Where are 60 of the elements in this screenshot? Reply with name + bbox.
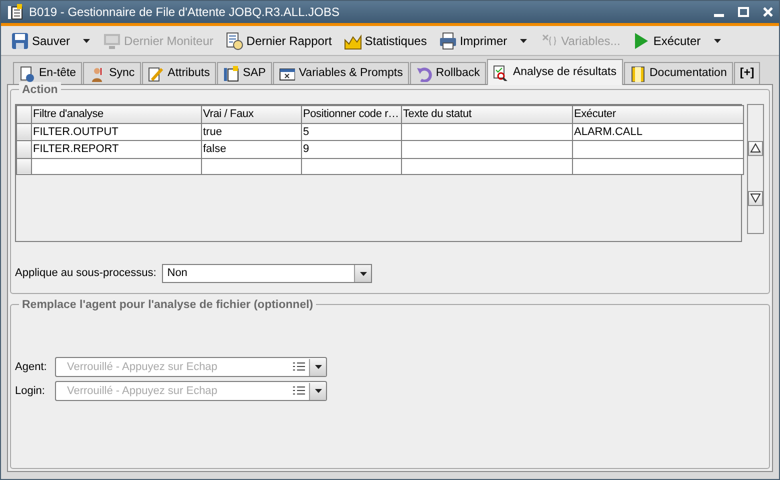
minimize-icon <box>714 14 724 17</box>
tab[interactable]: SAP <box>216 62 272 84</box>
field-label: Applique au sous-processus: <box>15 266 156 282</box>
document-icon <box>7 4 23 20</box>
column-header[interactable]: Vrai / Faux <box>202 106 302 123</box>
monitor-icon <box>103 32 122 50</box>
tab[interactable]: En-tête <box>13 62 82 84</box>
window-icon <box>278 66 295 82</box>
toolbar-button[interactable]: Sauver <box>7 30 74 52</box>
move-up-button[interactable] <box>748 140 763 156</box>
caret-icon <box>82 38 92 44</box>
close-icon <box>763 6 773 17</box>
field-label: Agent: <box>15 360 48 375</box>
move-down-button[interactable] <box>748 190 763 206</box>
magnifier-icon <box>492 64 509 80</box>
table-cell: 9 <box>302 140 402 158</box>
tab[interactable]: Sync <box>83 62 141 84</box>
table-cell: ALARM.CALL <box>572 123 744 140</box>
dropdown-field[interactable]: Non <box>162 264 372 283</box>
table-cell: true <box>202 123 302 140</box>
tab[interactable]: Analyse de résultats <box>486 59 622 85</box>
caret-icon <box>314 388 322 394</box>
caret-icon <box>358 270 368 276</box>
toolbar-button[interactable]: Statistiques <box>340 30 431 52</box>
down-triangle-icon <box>750 193 761 203</box>
tab[interactable]: Rollback <box>410 62 486 84</box>
caret-icon <box>712 38 722 44</box>
toolbar-button[interactable]: Dernier Rapport <box>221 30 336 52</box>
tab[interactable]: [+] <box>734 62 760 84</box>
field-label: Login: <box>15 384 46 399</box>
row-header[interactable] <box>16 123 32 140</box>
row-header[interactable] <box>16 140 32 158</box>
table-cell: FILTER.REPORT <box>32 140 202 158</box>
document-icon <box>222 66 239 82</box>
column-header[interactable]: Texte du statut <box>402 106 572 123</box>
info-document-icon <box>19 66 35 82</box>
caret-icon <box>519 38 528 44</box>
window-title: B019 - Gestionnaire de File d'Attente JOBQ.R3.ALL.JOBS <box>29 4 340 21</box>
play-icon <box>632 32 650 50</box>
list-icon <box>293 386 305 396</box>
book-icon <box>630 66 646 82</box>
up-triangle-icon <box>750 143 761 153</box>
caret-icon <box>314 364 322 370</box>
table-cell: false <box>202 140 302 158</box>
maximize-icon <box>738 6 749 17</box>
printer-icon <box>438 32 457 50</box>
list-icon <box>293 362 305 372</box>
column-header[interactable]: Filtre d'analyse <box>32 106 202 123</box>
column-header[interactable]: Exécuter <box>572 106 744 123</box>
undo-arrow-icon <box>416 66 432 82</box>
table-cell: 5 <box>302 123 402 140</box>
toolbar-button[interactable]: Imprimer <box>434 30 512 52</box>
row-header[interactable] <box>16 158 32 174</box>
pencil-document-icon <box>148 66 164 82</box>
column-header[interactable]: Positionner code r… <box>302 106 402 123</box>
tab[interactable]: Attributs <box>142 62 216 84</box>
tab[interactable]: Variables & Prompts <box>272 62 409 84</box>
tab[interactable]: Documentation <box>624 62 733 84</box>
table-cell: FILTER.OUTPUT <box>32 123 202 140</box>
toolbar-button[interactable]: Exécuter <box>628 30 705 52</box>
